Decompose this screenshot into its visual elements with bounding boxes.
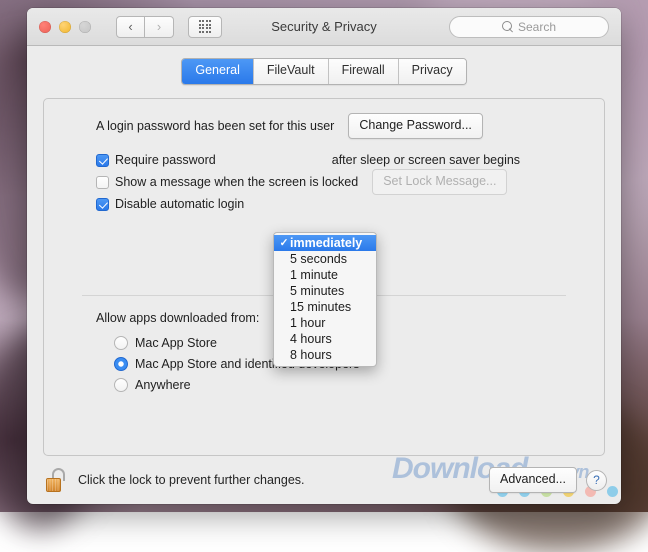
menu-item-8-hours[interactable]: 8 hours [274, 347, 376, 363]
menu-item-15-minutes[interactable]: 15 minutes [274, 299, 376, 315]
show-message-checkbox[interactable] [96, 175, 109, 189]
require-password-suffix: after sleep or screen saver begins [331, 153, 521, 167]
disable-auto-login-checkbox[interactable] [96, 197, 109, 211]
search-field[interactable]: Search [449, 15, 609, 38]
checkmark-icon: ✓ [279, 236, 289, 249]
show-message-label: Show a message when the screen is locked [115, 175, 359, 189]
traffic-lights [39, 20, 91, 33]
set-lock-message-button[interactable]: Set Lock Message... [372, 169, 508, 195]
mac-app-store-label: Mac App Store [135, 335, 217, 350]
tab-general[interactable]: General [182, 59, 253, 84]
tab-bar: General FileVault Firewall Privacy [43, 58, 605, 85]
footer-actions: Advanced... ? [488, 467, 607, 493]
menu-item-4-hours[interactable]: 4 hours [274, 331, 376, 347]
require-password-checkbox[interactable] [96, 153, 109, 167]
anywhere-radio[interactable] [114, 377, 128, 392]
menu-item-label: 15 minutes [290, 299, 352, 314]
help-button[interactable]: ? [586, 469, 607, 491]
require-password-row: Require password after sleep or screen s… [96, 149, 604, 171]
unlocked-padlock-icon[interactable] [45, 468, 67, 492]
menu-item-label: 1 hour [290, 315, 326, 330]
window-titlebar: ‹ › Security & Privacy Search [27, 8, 621, 46]
tab-filevault[interactable]: FileVault [252, 59, 328, 84]
close-button-icon[interactable] [39, 20, 51, 33]
login-password-status: A login password has been set for this u… [96, 119, 335, 133]
show-message-row: Show a message when the screen is locked… [96, 169, 604, 195]
menu-item-label: 5 minutes [290, 283, 345, 298]
identified-developers-radio[interactable] [114, 356, 128, 371]
disable-auto-login-row: Disable automatic login [96, 193, 604, 215]
security-options-list: Require password after sleep or screen s… [44, 139, 604, 215]
menu-item-label: immediately [290, 235, 363, 250]
window-footer: Click the lock to prevent further change… [27, 456, 621, 504]
window-body: General FileVault Firewall Privacy A log… [27, 46, 621, 504]
tab-privacy[interactable]: Privacy [397, 59, 466, 84]
show-all-button[interactable] [188, 15, 222, 38]
menu-item-label: 1 minute [290, 267, 338, 282]
menu-item-1-minute[interactable]: 1 minute [274, 267, 376, 283]
navigation-buttons: ‹ › [116, 15, 174, 38]
security-privacy-window: ‹ › Security & Privacy Search General Fi… [27, 8, 621, 504]
menu-item-5-minutes[interactable]: 5 minutes [274, 283, 376, 299]
menu-item-label: 4 hours [290, 331, 332, 346]
menu-item-1-hour[interactable]: 1 hour [274, 315, 376, 331]
search-icon [501, 21, 513, 32]
minimize-button-icon[interactable] [59, 20, 71, 33]
mac-app-store-radio[interactable] [114, 335, 128, 350]
search-placeholder: Search [517, 19, 557, 34]
disable-auto-login-label: Disable automatic login [115, 197, 245, 211]
anywhere-label: Anywhere [135, 377, 191, 392]
general-settings-panel: A login password has been set for this u… [43, 98, 605, 456]
require-password-label: Require password [115, 153, 216, 167]
menu-item-5-seconds[interactable]: 5 seconds [274, 251, 376, 267]
radio-row-anywhere[interactable]: Anywhere [96, 374, 359, 395]
forward-button[interactable]: › [145, 15, 174, 38]
menu-item-immediately[interactable]: ✓ immediately [274, 235, 376, 251]
padlock-body [46, 478, 61, 492]
menu-item-label: 8 hours [290, 347, 332, 362]
back-button[interactable]: ‹ [116, 15, 145, 38]
require-password-delay-menu[interactable]: ✓ immediately 5 seconds 1 minute 5 minut… [273, 232, 377, 367]
grid-icon [198, 20, 212, 33]
login-password-row: A login password has been set for this u… [44, 99, 604, 139]
change-password-button[interactable]: Change Password... [348, 113, 483, 139]
tab-strip: General FileVault Firewall Privacy [181, 58, 467, 85]
menu-item-label: 5 seconds [290, 251, 347, 266]
tab-firewall[interactable]: Firewall [327, 59, 398, 84]
lock-hint-text: Click the lock to prevent further change… [78, 473, 305, 487]
zoom-button-icon[interactable] [79, 20, 91, 33]
advanced-button[interactable]: Advanced... [488, 467, 577, 493]
